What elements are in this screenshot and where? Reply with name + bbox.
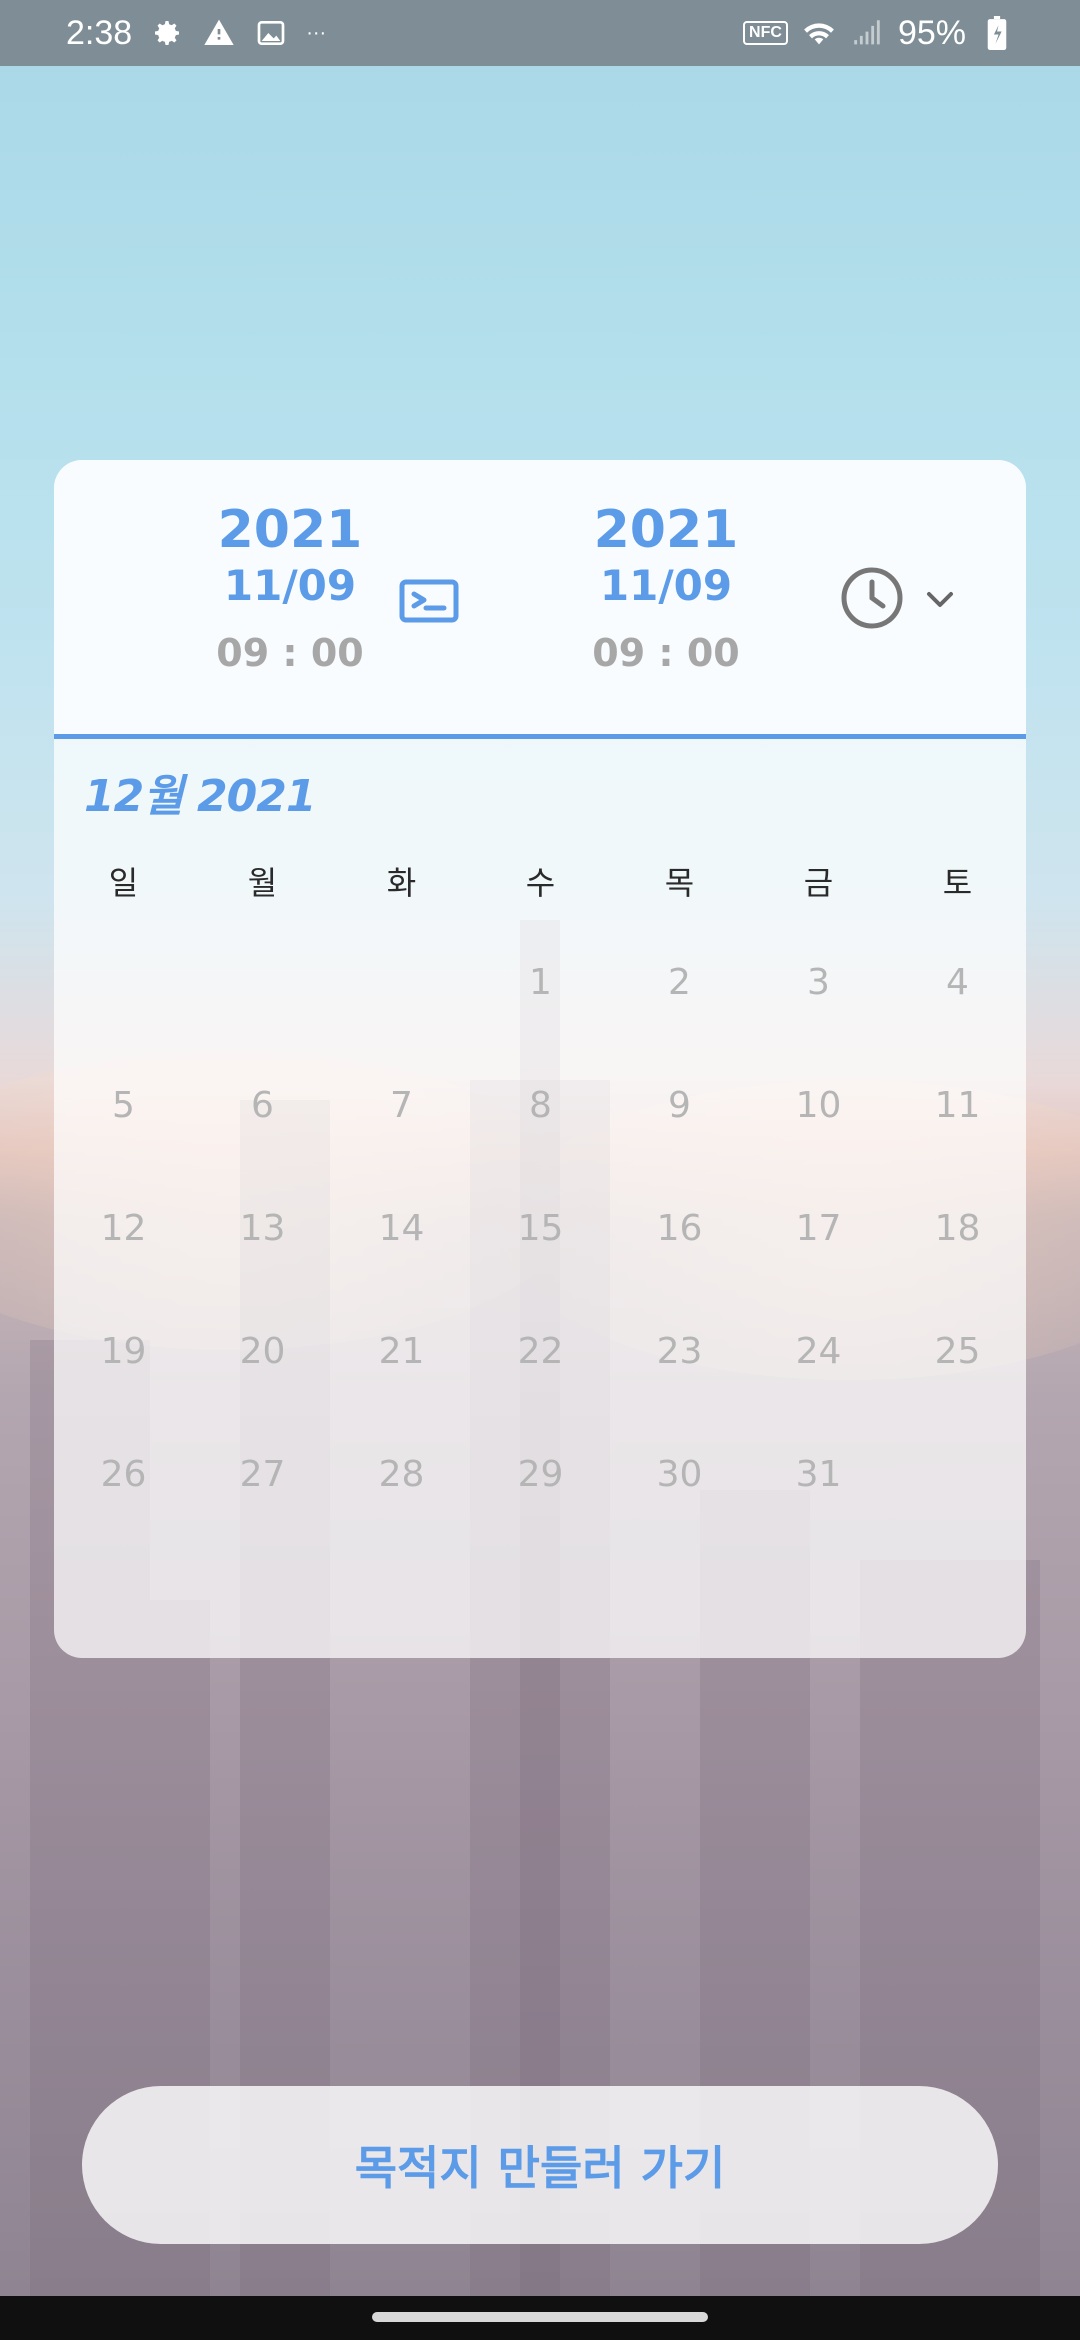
home-gesture-handle[interactable] bbox=[372, 2312, 708, 2322]
calendar-day[interactable]: 16 bbox=[610, 1204, 749, 1254]
image-icon bbox=[254, 16, 288, 50]
status-overflow: ··· bbox=[306, 21, 327, 44]
alert-icon bbox=[202, 16, 236, 50]
calendar-day[interactable]: 13 bbox=[193, 1204, 332, 1254]
calendar-day[interactable]: 23 bbox=[610, 1327, 749, 1377]
calendar-day[interactable]: 1 bbox=[471, 958, 610, 1008]
calendar-day[interactable]: 24 bbox=[749, 1327, 888, 1377]
calendar-day[interactable]: 19 bbox=[54, 1327, 193, 1377]
battery-percent: 95% bbox=[897, 13, 966, 52]
calendar-day[interactable]: 3 bbox=[749, 958, 888, 1008]
status-bar: 2:38 ··· NFC 95% bbox=[0, 0, 1080, 66]
calendar-day[interactable]: 6 bbox=[193, 1081, 332, 1131]
schedule-card: 2021 11/09 09 : 00 2021 11/09 09 : 00 12… bbox=[54, 460, 1026, 1658]
calendar-day[interactable]: 15 bbox=[471, 1204, 610, 1254]
calendar-day[interactable]: 22 bbox=[471, 1327, 610, 1377]
calendar-day[interactable]: 7 bbox=[332, 1081, 471, 1131]
calendar-day[interactable]: 8 bbox=[471, 1081, 610, 1131]
calendar-day[interactable]: 21 bbox=[332, 1327, 471, 1377]
calendar-day[interactable]: 14 bbox=[332, 1204, 471, 1254]
calendar-day[interactable]: 17 bbox=[749, 1204, 888, 1254]
calendar-day[interactable]: 4 bbox=[888, 958, 1026, 1008]
wifi-icon bbox=[802, 16, 836, 50]
calendar-day[interactable]: 28 bbox=[332, 1450, 471, 1500]
calendar-day[interactable]: 2 bbox=[610, 958, 749, 1008]
calendar-day[interactable]: 11 bbox=[888, 1081, 1026, 1131]
calendar-day[interactable]: 31 bbox=[749, 1450, 888, 1500]
calendar-day[interactable]: 29 bbox=[471, 1450, 610, 1500]
status-time: 2:38 bbox=[66, 13, 133, 52]
gear-icon bbox=[150, 16, 184, 50]
battery-icon bbox=[980, 16, 1014, 50]
calendar-day[interactable]: 5 bbox=[54, 1081, 193, 1131]
calendar-day[interactable]: 10 bbox=[749, 1081, 888, 1131]
calendar-day[interactable]: 25 bbox=[888, 1327, 1026, 1377]
calendar-day[interactable]: 18 bbox=[888, 1204, 1026, 1254]
calendar-day[interactable]: 20 bbox=[193, 1327, 332, 1377]
calendar-day[interactable]: 27 bbox=[193, 1450, 332, 1500]
nfc-icon: NFC bbox=[743, 21, 788, 45]
calendar-day[interactable]: 30 bbox=[610, 1450, 749, 1500]
calendar-day[interactable]: 26 bbox=[54, 1450, 193, 1500]
calendar-day[interactable]: 9 bbox=[610, 1081, 749, 1131]
calendar-days-grid: 1 2 3 4 5 6 7 8 9 10 11 12 13 14 15 16 17 18 19 20 21 22 23 24 2… bbox=[54, 460, 1026, 1658]
calendar-day[interactable]: 12 bbox=[54, 1204, 193, 1254]
signal-icon bbox=[850, 16, 884, 50]
navigation-bar bbox=[0, 2296, 1080, 2340]
create-destination-button[interactable]: 목적지 만들러 가기 bbox=[82, 2086, 998, 2244]
